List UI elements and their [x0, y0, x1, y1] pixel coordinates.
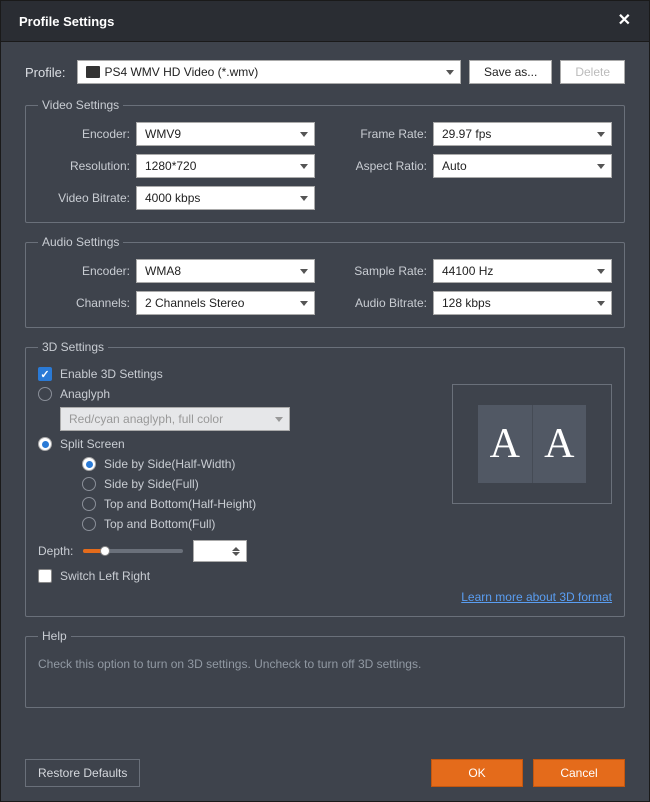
3d-preview: A A	[452, 384, 612, 504]
audio-bitrate-label: Audio Bitrate:	[335, 296, 427, 310]
video-encoder-label: Encoder:	[38, 127, 130, 141]
video-bitrate-select[interactable]: 4000 kbps	[136, 186, 315, 210]
footer: Restore Defaults OK Cancel	[25, 753, 625, 787]
profile-label: Profile:	[25, 65, 65, 80]
help-legend: Help	[38, 629, 71, 643]
save-as-button[interactable]: Save as...	[469, 60, 552, 84]
enable-3d-label: Enable 3D Settings	[60, 367, 163, 381]
switch-lr-checkbox[interactable]	[38, 569, 52, 583]
tab-full-radio[interactable]	[82, 517, 96, 531]
split-screen-radio[interactable]	[38, 437, 52, 451]
enable-3d-row[interactable]: ✓ Enable 3D Settings	[38, 364, 438, 384]
sbs-half-row[interactable]: Side by Side(Half-Width)	[38, 454, 438, 474]
channels-select[interactable]: 2 Channels Stereo	[136, 291, 315, 315]
split-screen-row[interactable]: Split Screen	[38, 434, 438, 454]
preview-left: A	[478, 405, 533, 483]
profile-settings-window: Profile Settings ✕ Profile: PS4 WMV HD V…	[0, 0, 650, 802]
anaglyph-label: Anaglyph	[60, 387, 110, 401]
ok-button[interactable]: OK	[431, 759, 523, 787]
cancel-button[interactable]: Cancel	[533, 759, 625, 787]
audio-bitrate-select[interactable]: 128 kbps	[433, 291, 612, 315]
split-screen-label: Split Screen	[60, 437, 125, 451]
samplerate-select[interactable]: 44100 Hz	[433, 259, 612, 283]
depth-label: Depth:	[38, 544, 73, 558]
sbs-full-label: Side by Side(Full)	[104, 477, 199, 491]
window-title: Profile Settings	[19, 14, 114, 29]
tab-full-label: Top and Bottom(Full)	[104, 517, 215, 531]
anaglyph-radio[interactable]	[38, 387, 52, 401]
3d-settings-group: 3D Settings ✓ Enable 3D Settings Anaglyp…	[25, 340, 625, 617]
samplerate-label: Sample Rate:	[335, 264, 427, 278]
enable-3d-checkbox[interactable]: ✓	[38, 367, 52, 381]
aspect-select[interactable]: Auto	[433, 154, 612, 178]
aspect-label: Aspect Ratio:	[335, 159, 427, 173]
profile-select[interactable]: PS4 WMV HD Video (*.wmv)	[77, 60, 460, 84]
video-encoder-select[interactable]: WMV9	[136, 122, 315, 146]
anaglyph-mode-select: Red/cyan anaglyph, full color	[60, 407, 290, 431]
switch-lr-row[interactable]: Switch Left Right	[38, 566, 438, 586]
anaglyph-row[interactable]: Anaglyph	[38, 384, 438, 404]
sbs-full-row[interactable]: Side by Side(Full)	[38, 474, 438, 494]
audio-legend: Audio Settings	[38, 235, 123, 249]
tab-half-label: Top and Bottom(Half-Height)	[104, 497, 256, 511]
help-group: Help Check this option to turn on 3D set…	[25, 629, 625, 708]
framerate-select[interactable]: 29.97 fps	[433, 122, 612, 146]
sbs-half-radio[interactable]	[82, 457, 96, 471]
learn-more-link[interactable]: Learn more about 3D format	[461, 590, 612, 604]
depth-spinner[interactable]	[193, 540, 247, 562]
video-bitrate-label: Video Bitrate:	[38, 191, 130, 205]
sbs-half-label: Side by Side(Half-Width)	[104, 457, 235, 471]
channels-label: Channels:	[38, 296, 130, 310]
delete-button: Delete	[560, 60, 625, 84]
sbs-full-radio[interactable]	[82, 477, 96, 491]
restore-defaults-button[interactable]: Restore Defaults	[25, 759, 140, 787]
video-settings-group: Video Settings Encoder: WMV9 Frame Rate:…	[25, 98, 625, 223]
tab-half-row[interactable]: Top and Bottom(Half-Height)	[38, 494, 438, 514]
preview-right: A	[533, 405, 587, 483]
tab-full-row[interactable]: Top and Bottom(Full)	[38, 514, 438, 534]
window-body: Profile: PS4 WMV HD Video (*.wmv) Save a…	[1, 42, 649, 801]
3d-legend: 3D Settings	[38, 340, 108, 354]
close-icon[interactable]: ✕	[618, 13, 631, 29]
video-legend: Video Settings	[38, 98, 123, 112]
framerate-label: Frame Rate:	[335, 127, 427, 141]
profile-row: Profile: PS4 WMV HD Video (*.wmv) Save a…	[25, 60, 625, 84]
audio-encoder-label: Encoder:	[38, 264, 130, 278]
depth-slider[interactable]	[83, 541, 183, 561]
tab-half-radio[interactable]	[82, 497, 96, 511]
titlebar: Profile Settings ✕	[1, 1, 649, 42]
resolution-label: Resolution:	[38, 159, 130, 173]
profile-value: PS4 WMV HD Video (*.wmv)	[104, 65, 258, 79]
audio-settings-group: Audio Settings Encoder: WMA8 Sample Rate…	[25, 235, 625, 328]
switch-lr-label: Switch Left Right	[60, 569, 150, 583]
resolution-select[interactable]: 1280*720	[136, 154, 315, 178]
profile-format-icon	[86, 66, 100, 78]
audio-encoder-select[interactable]: WMA8	[136, 259, 315, 283]
help-text: Check this option to turn on 3D settings…	[38, 653, 612, 695]
